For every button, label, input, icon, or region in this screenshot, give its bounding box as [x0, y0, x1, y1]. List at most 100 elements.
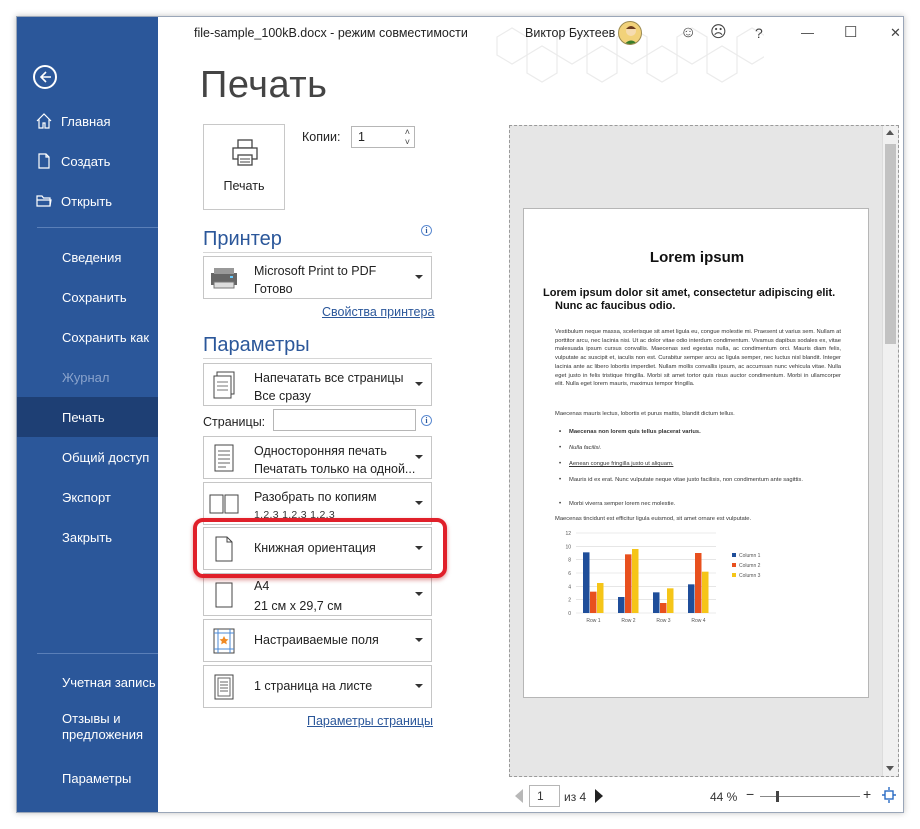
sidebar-item-label: Печать — [62, 409, 105, 425]
scroll-up-icon[interactable] — [886, 130, 894, 135]
chart-y-tick-label: 6 — [568, 571, 571, 577]
open-folder-icon — [35, 192, 61, 210]
print-range-subvalue: Все сразу — [254, 389, 311, 403]
sidebar-item-home[interactable]: Главная — [17, 101, 158, 141]
help-icon[interactable]: ? — [755, 25, 763, 41]
zoom-level[interactable]: 44 % — [710, 790, 737, 804]
copies-stepper[interactable]: ˄ ˅ — [405, 127, 410, 147]
sidebar-item-save-as[interactable]: Сохранить как — [17, 317, 158, 357]
page-number-value: 1 — [537, 789, 544, 803]
list-item-text: Mauris id ex erat. Nunc vulputate neque … — [569, 477, 803, 483]
next-page-icon[interactable] — [595, 789, 603, 803]
chart-y-tick-label: 2 — [568, 598, 571, 604]
avatar[interactable] — [618, 21, 642, 45]
chart-x-tick-label: Row 4 — [691, 618, 705, 624]
printer-properties-link[interactable]: Свойства принтера — [322, 305, 434, 319]
page-number-input[interactable]: 1 — [529, 785, 560, 807]
previous-page-icon[interactable] — [515, 789, 523, 803]
sidebar-item-new[interactable]: Создать — [17, 141, 158, 181]
new-document-icon — [35, 152, 61, 170]
chart-x-tick-label: Row 2 — [621, 618, 635, 624]
sidebar-item-options[interactable]: Параметры — [17, 758, 158, 798]
list-item-text: Morbi viverra semper lorem nec molestie. — [569, 501, 676, 507]
paper-size-dropdown[interactable]: A4 21 см x 29,7 см — [203, 573, 432, 616]
chevron-down-icon — [415, 638, 423, 642]
zoom-slider-thumb[interactable] — [776, 791, 779, 802]
preview-paragraph: Maecenas mauris lectus, lobortis et puru… — [555, 411, 735, 417]
sidebar-item-share[interactable]: Общий доступ — [17, 437, 158, 477]
print-button[interactable]: Печать — [203, 124, 285, 210]
pages-per-sheet-dropdown[interactable]: 1 страница на листе — [203, 665, 432, 708]
zoom-out-icon[interactable]: − — [746, 786, 754, 802]
sidebar-item-open[interactable]: Открыть — [17, 181, 158, 221]
duplex-dropdown[interactable]: Односторонняя печать Печатать только на … — [203, 436, 432, 479]
preview-bar-chart: 12 10 8 6 4 2 0 Row 1 Row 2 Row 3 Row 4 Column 1 Col… — [565, 531, 761, 624]
sidebar-item-label: Отзывы и предложения — [62, 711, 143, 743]
close-icon[interactable]: ✕ — [890, 25, 901, 41]
pages-label: Страницы: — [203, 415, 266, 429]
custom-margins-icon — [208, 626, 240, 656]
chevron-down-icon — [415, 501, 423, 505]
chevron-down-icon — [415, 592, 423, 596]
minimize-icon[interactable]: — — [801, 25, 814, 41]
chevron-down-icon — [415, 684, 423, 688]
sidebar-item-label: Экспорт — [62, 489, 111, 505]
section-divider — [203, 358, 432, 359]
chart-x-tick-label: Row 1 — [586, 618, 600, 624]
duplex-value: Односторонняя печать — [254, 444, 387, 458]
list-item-text: Maecenas non lorem quis tellus placerat … — [569, 429, 701, 435]
feedback-label-line1: Отзывы и — [62, 711, 121, 726]
zoom-to-page-icon[interactable] — [882, 787, 896, 806]
sidebar-item-label: Параметры — [62, 770, 132, 786]
preview-paragraph: Maecenas tincidunt est efficitur ligula … — [555, 516, 752, 522]
chevron-down-icon — [415, 455, 423, 459]
printer-dropdown[interactable]: Microsoft Print to PDF Готово — [203, 256, 432, 299]
margins-dropdown[interactable]: Настраиваемые поля — [203, 619, 432, 662]
maximize-icon[interactable]: ☐ — [844, 25, 857, 41]
scrollbar-thumb[interactable] — [885, 144, 896, 344]
smile-icon[interactable]: ☺ — [680, 25, 696, 41]
preview-page: Lorem ipsum Lorem ipsum dolor sit amet, … — [523, 208, 869, 698]
back-button[interactable] — [33, 65, 57, 89]
preview-scrollbar[interactable] — [882, 126, 898, 776]
print-range-dropdown[interactable]: Напечатать все страницы Все сразу — [203, 363, 432, 406]
frown-icon[interactable]: ☹ — [710, 25, 727, 41]
paper-size-value: A4 — [254, 579, 270, 593]
chart-bar — [695, 553, 702, 613]
printer-icon — [232, 139, 258, 166]
chart-bar — [702, 571, 709, 613]
chart-y-tick-label: 10 — [565, 544, 571, 550]
sidebar-separator — [37, 227, 158, 228]
sidebar-item-history: Журнал — [17, 357, 158, 397]
info-icon[interactable]: i — [421, 415, 432, 426]
paper-size-icon — [208, 580, 240, 610]
chart-y-tick-label: 4 — [568, 584, 571, 590]
home-icon — [35, 112, 61, 130]
sidebar-item-label: Общий доступ — [62, 449, 150, 465]
sidebar-item-account[interactable]: Учетная запись — [17, 662, 158, 702]
zoom-in-icon[interactable]: + — [863, 786, 871, 802]
user-name[interactable]: Виктор Бухтеев — [525, 26, 615, 40]
chart-legend-label: Column 1 — [739, 553, 761, 559]
info-icon[interactable]: i — [421, 225, 432, 236]
zoom-slider[interactable] — [760, 796, 860, 797]
backstage-sidebar: Главная Создать Открыть Сведения Сохрани… — [17, 17, 158, 812]
one-page-per-sheet-icon — [208, 672, 240, 702]
pages-input[interactable] — [273, 409, 416, 431]
copies-input[interactable]: 1 ˄ ˅ — [351, 126, 415, 148]
page-setup-link[interactable]: Параметры страницы — [307, 714, 433, 728]
sidebar-item-save[interactable]: Сохранить — [17, 277, 158, 317]
sidebar-item-close[interactable]: Закрыть — [17, 517, 158, 557]
printer-device-icon — [208, 263, 240, 293]
sidebar-item-label: Сведения — [62, 249, 122, 265]
sidebar-item-print[interactable]: Печать — [17, 397, 158, 437]
back-arrow-icon — [39, 71, 51, 83]
scroll-down-icon[interactable] — [886, 766, 894, 771]
printer-name: Microsoft Print to PDF — [254, 264, 377, 278]
sidebar-item-feedback[interactable]: Отзывы и предложения — [17, 711, 158, 755]
sidebar-item-info[interactable]: Сведения — [17, 237, 158, 277]
sidebar-item-export[interactable]: Экспорт — [17, 477, 158, 517]
chart-bar — [625, 554, 632, 613]
pages-per-sheet-value: 1 страница на листе — [254, 679, 373, 693]
preview-paragraph: Vestibulum neque massa, scelerisque sit … — [555, 329, 841, 388]
